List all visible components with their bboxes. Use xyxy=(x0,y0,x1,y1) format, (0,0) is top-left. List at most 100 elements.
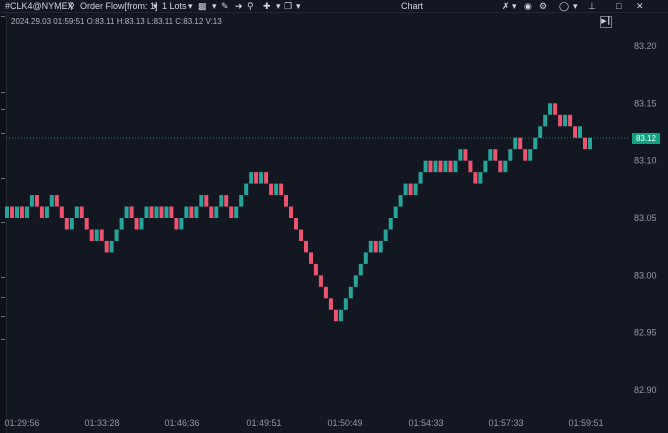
candle xyxy=(134,218,139,230)
candle xyxy=(403,183,408,196)
x-tick-label: 01:54:33 xyxy=(408,418,443,428)
candle xyxy=(189,206,194,218)
candle xyxy=(44,206,49,218)
candle xyxy=(548,103,553,115)
candle xyxy=(323,286,328,299)
candle xyxy=(463,149,468,161)
candle xyxy=(279,183,284,196)
candle xyxy=(363,252,368,264)
candle xyxy=(353,275,358,287)
candle xyxy=(398,195,403,207)
candle xyxy=(254,172,259,184)
y-tick-label: 82.90 xyxy=(634,385,657,395)
candle xyxy=(144,206,149,218)
candle xyxy=(358,263,363,276)
candle xyxy=(448,160,453,173)
candle xyxy=(373,240,378,253)
candle xyxy=(498,160,503,173)
candle xyxy=(159,206,164,218)
x-tick-label: 01:49:51 xyxy=(246,418,281,428)
candle xyxy=(274,183,279,196)
candle xyxy=(34,195,39,207)
candle xyxy=(348,286,353,299)
candle xyxy=(284,195,288,207)
candle xyxy=(259,172,264,184)
x-tick-label: 01:33:28 xyxy=(84,418,119,428)
candle xyxy=(174,218,179,230)
candle xyxy=(423,160,428,173)
candle xyxy=(523,149,528,161)
candle xyxy=(89,229,94,241)
candle xyxy=(19,206,24,218)
candle xyxy=(388,218,393,230)
candle xyxy=(488,149,493,161)
candle xyxy=(543,114,548,127)
candle xyxy=(294,218,298,230)
candle xyxy=(214,206,219,218)
candle xyxy=(533,137,538,150)
candle xyxy=(164,206,169,218)
candle xyxy=(408,183,413,196)
candle xyxy=(513,137,518,150)
candle xyxy=(154,206,159,218)
candle xyxy=(393,206,398,218)
candle xyxy=(10,206,14,218)
candle xyxy=(453,160,458,173)
candle xyxy=(338,309,343,322)
candle xyxy=(59,206,64,218)
candlestick-chart[interactable]: 83.20 83.15 83.10 83.05 83.00 82.95 82.90 01:2… xyxy=(0,0,668,433)
candle xyxy=(428,160,433,173)
x-tick-label: 01:50:49 xyxy=(327,418,362,428)
candle xyxy=(24,206,29,218)
candle xyxy=(493,149,498,161)
candle xyxy=(328,298,333,310)
candle xyxy=(15,206,19,218)
candle xyxy=(588,137,592,150)
candle xyxy=(304,240,308,253)
candle xyxy=(309,252,313,264)
ohlc-legend: 2024.29.03 01:59:51 O:83.11 H:83.13 L:83… xyxy=(11,17,222,26)
candle xyxy=(124,206,129,218)
candle xyxy=(473,172,478,184)
candle xyxy=(528,149,533,161)
candle xyxy=(149,206,154,218)
candle xyxy=(299,229,303,241)
candle xyxy=(99,229,104,241)
candle xyxy=(119,218,124,230)
candle xyxy=(508,149,513,161)
candle xyxy=(84,218,89,230)
y-tick-label: 83.00 xyxy=(634,270,657,280)
candle xyxy=(553,103,558,115)
candle xyxy=(244,183,249,196)
candle xyxy=(433,160,438,173)
y-tick-label: 83.05 xyxy=(634,213,657,223)
candle xyxy=(224,195,229,207)
last-price-badge: 83.12 xyxy=(632,133,660,144)
candle xyxy=(129,206,134,218)
candle xyxy=(568,114,573,127)
candle xyxy=(219,195,224,207)
x-tick-label: 01:29:56 xyxy=(4,418,39,428)
candle xyxy=(483,160,488,173)
candle xyxy=(378,240,383,253)
candle xyxy=(229,206,234,218)
candle xyxy=(503,160,508,173)
y-tick-label: 83.20 xyxy=(634,41,657,51)
candle xyxy=(468,160,473,173)
candle xyxy=(249,172,254,184)
collapse-panel-button[interactable]: ▶┃ xyxy=(600,16,612,28)
candle xyxy=(583,137,587,150)
candle xyxy=(313,263,318,276)
candle xyxy=(94,229,99,241)
candle xyxy=(104,240,109,253)
candle xyxy=(383,229,388,241)
candle xyxy=(558,114,563,127)
candle xyxy=(204,195,209,207)
candle xyxy=(343,298,348,310)
candle xyxy=(239,195,244,207)
candle xyxy=(573,126,578,138)
candle xyxy=(333,309,338,322)
x-tick-label: 01:57:33 xyxy=(488,418,523,428)
candle xyxy=(289,206,293,218)
x-tick-label: 01:46:36 xyxy=(164,418,199,428)
